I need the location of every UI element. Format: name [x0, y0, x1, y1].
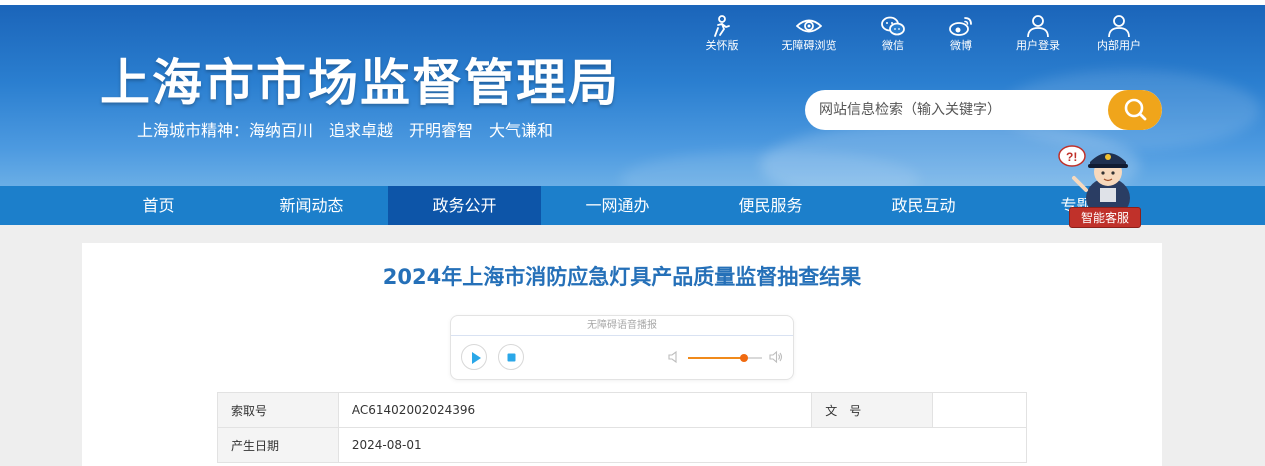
document-number-label: 文 号 [811, 392, 934, 428]
document-info-table: 索取号 AC61402002024396 文 号 产生日期 2024-08-01 [217, 392, 1028, 463]
accessibility-link[interactable]: 无障碍浏览 [769, 14, 849, 53]
volume-slider[interactable] [688, 354, 762, 362]
weibo-icon [949, 17, 972, 36]
player-title: 无障碍语音播报 [451, 316, 793, 336]
tool-label: 微博 [950, 39, 972, 52]
table-row: 产生日期 2024-08-01 [217, 427, 1028, 463]
nav-item-interaction[interactable]: 政民互动 [847, 186, 1000, 225]
care-mode-link[interactable]: 关怀版 [682, 14, 762, 53]
header-top-border [0, 0, 1265, 5]
smart-customer-service-button[interactable]: 智能客服 [1069, 207, 1141, 228]
nav-item-government-affairs[interactable]: 政务公开 [388, 186, 541, 225]
site-search [805, 90, 1162, 130]
search-icon [1124, 98, 1147, 121]
user-login-link[interactable]: 用户登录 [998, 14, 1078, 53]
weibo-link[interactable]: 微博 [921, 14, 1001, 53]
volume-slider-handle[interactable] [739, 354, 748, 362]
play-button[interactable] [461, 344, 487, 370]
stop-icon [507, 353, 516, 362]
header-toolbar: 关怀版 无障碍浏览 微信 微博 用户登录 内部用户 [690, 14, 1160, 58]
svg-text:?!: ?! [1066, 150, 1077, 164]
eye-icon [796, 19, 822, 33]
play-icon [472, 352, 481, 364]
nav-item-public-services[interactable]: 便民服务 [694, 186, 847, 225]
user-icon [1027, 15, 1049, 38]
stop-button[interactable] [498, 344, 524, 370]
date-value: 2024-08-01 [337, 427, 1028, 463]
search-input[interactable] [805, 90, 1110, 130]
nav-item-news[interactable]: 新闻动态 [235, 186, 388, 225]
nav-item-home[interactable]: 首页 [82, 186, 235, 225]
tool-label: 内部用户 [1097, 39, 1141, 52]
nav-item-online-services[interactable]: 一网通办 [541, 186, 694, 225]
index-number-value: AC61402002024396 [337, 392, 813, 428]
document-number-value [932, 392, 1027, 428]
city-spirit-slogan: 上海城市精神：海纳百川 追求卓越 开明睿智 大气谦和 [137, 121, 554, 140]
internal-user-icon [1108, 15, 1130, 38]
date-label: 产生日期 [217, 427, 339, 463]
search-button[interactable] [1108, 90, 1162, 130]
article-title: 2024年上海市消防应急灯具产品质量监督抽查结果 [382, 265, 862, 289]
volume-slider-fill [688, 357, 744, 359]
index-number-label: 索取号 [217, 392, 339, 428]
voice-broadcast-player: 无障碍语音播报 [450, 315, 794, 380]
tool-label: 用户登录 [1016, 39, 1060, 52]
site-title-logo[interactable]: 上海市市场监督管理局 [100, 52, 620, 114]
article-content: 2024年上海市消防应急灯具产品质量监督抽查结果 无障碍语音播报 索取号 AC6… [82, 243, 1162, 466]
internal-user-link[interactable]: 内部用户 [1079, 14, 1159, 53]
wechat-icon [881, 16, 905, 36]
volume-up-icon[interactable] [769, 350, 783, 364]
tool-label: 关怀版 [705, 39, 739, 52]
volume-mute-icon[interactable] [667, 350, 681, 364]
table-row: 索取号 AC61402002024396 文 号 [217, 392, 1027, 428]
tool-label: 无障碍浏览 [781, 39, 837, 52]
care-mode-icon [714, 15, 730, 37]
